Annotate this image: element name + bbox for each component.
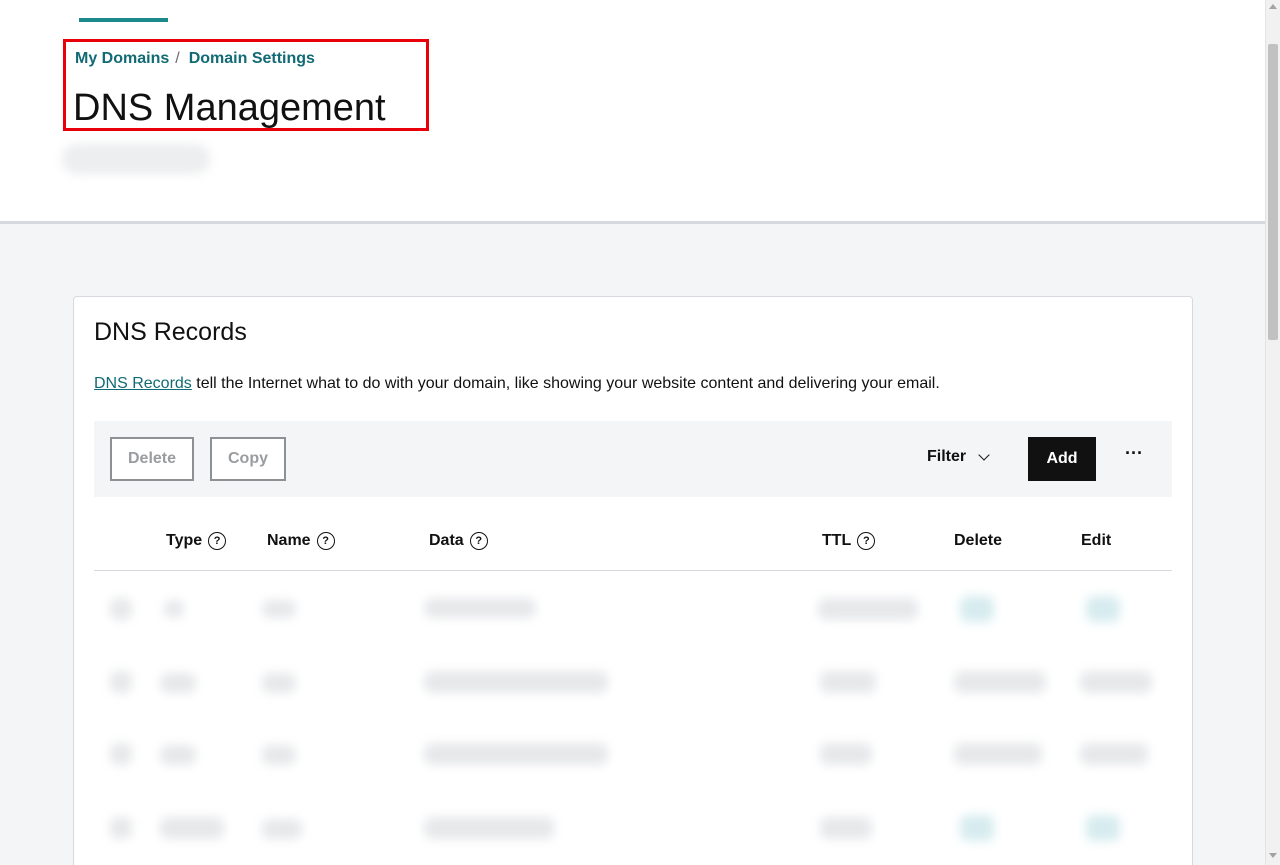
column-type: Type?	[166, 532, 227, 550]
table-row	[94, 572, 1172, 644]
column-delete: Delete	[954, 532, 1003, 549]
edit-icon[interactable]	[1086, 815, 1120, 841]
redacted-cell	[818, 598, 918, 620]
redacted-cell	[160, 673, 196, 693]
redacted-cell	[262, 745, 296, 765]
redacted-cell	[164, 600, 184, 618]
add-button[interactable]: Add	[1028, 437, 1096, 481]
row-checkbox[interactable]	[110, 598, 132, 620]
row-checkbox[interactable]	[110, 817, 132, 839]
help-icon[interactable]: ?	[208, 532, 227, 550]
copy-button[interactable]: Copy	[210, 437, 286, 481]
redacted-cell	[424, 743, 608, 765]
scrollbar-thumb[interactable]	[1268, 44, 1278, 340]
scroll-down-icon[interactable]	[1269, 853, 1277, 858]
redacted-cell	[954, 743, 1042, 765]
row-checkbox[interactable]	[110, 671, 132, 693]
column-name: Name?	[267, 532, 335, 550]
row-checkbox[interactable]	[110, 743, 132, 765]
redacted-cell	[820, 743, 872, 765]
filter-label: Filter	[927, 448, 967, 465]
column-ttl-label: TTL	[822, 532, 852, 549]
highlight-box	[63, 39, 429, 131]
redacted-cell	[1080, 671, 1152, 693]
scroll-up-icon[interactable]	[1269, 4, 1277, 9]
redacted-cell	[820, 671, 876, 693]
more-options-icon[interactable]: ···	[1125, 443, 1143, 464]
table-row	[94, 793, 1172, 865]
redacted-cell	[424, 817, 554, 839]
column-data-label: Data	[429, 532, 464, 549]
page-header: My Domains / Domain Settings DNS Managem…	[0, 0, 1265, 224]
table-row	[94, 719, 1172, 791]
card-title: DNS Records	[94, 318, 247, 346]
redacted-cell	[262, 819, 302, 839]
page-scrollbar[interactable]	[1265, 0, 1280, 865]
dns-records-link[interactable]: DNS Records	[94, 375, 192, 392]
edit-icon[interactable]	[1086, 596, 1120, 622]
delete-icon[interactable]	[960, 815, 994, 841]
domain-name-redacted	[62, 144, 210, 174]
column-name-label: Name	[267, 532, 311, 549]
help-icon[interactable]: ?	[469, 532, 488, 550]
column-data: Data?	[429, 532, 488, 550]
redacted-cell	[262, 600, 296, 618]
delete-icon[interactable]	[960, 596, 994, 622]
help-icon[interactable]: ?	[857, 532, 876, 550]
help-icon[interactable]: ?	[316, 532, 335, 550]
redacted-cell	[424, 671, 608, 693]
card-description-text: tell the Internet what to do with your d…	[191, 375, 940, 392]
card-description: DNS Records tell the Internet what to do…	[94, 375, 940, 393]
records-toolbar: Delete Copy Filter Add ···	[94, 421, 1172, 497]
table-header: Type? Name? Data? TTL? Delete Edit	[94, 521, 1172, 571]
dns-records-card: DNS Records DNS Records tell the Interne…	[73, 296, 1193, 865]
redacted-cell	[160, 817, 224, 839]
redacted-cell	[820, 817, 872, 839]
filter-dropdown[interactable]: Filter	[927, 448, 990, 466]
accent-bar	[79, 18, 168, 22]
column-ttl: TTL?	[822, 532, 876, 550]
redacted-cell	[424, 598, 536, 618]
column-type-label: Type	[166, 532, 203, 549]
delete-button[interactable]: Delete	[110, 437, 194, 481]
chevron-down-icon	[978, 449, 990, 461]
table-row	[94, 647, 1172, 719]
redacted-cell	[262, 673, 296, 693]
column-edit: Edit	[1081, 532, 1112, 549]
redacted-cell	[1080, 743, 1148, 765]
redacted-cell	[160, 745, 196, 765]
redacted-cell	[954, 671, 1046, 693]
